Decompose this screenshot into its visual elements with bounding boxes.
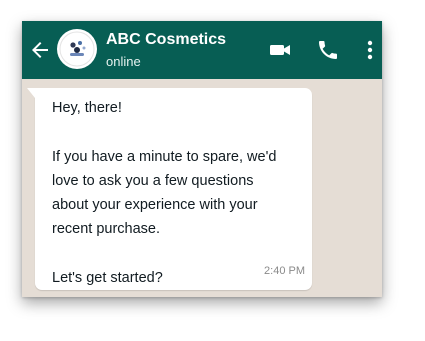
phone-icon[interactable] [316,38,340,62]
message-timestamp: 2:40 PM [264,265,305,277]
message-line: recent purchase. [52,221,161,238]
message-line [52,120,307,144]
chat-area[interactable]: Hey, there! If you have a minute to spar… [22,79,382,297]
chat-header: ABC Cosmetics online [22,21,382,79]
bubble-tail [27,88,35,98]
message-line: love to ask you a few questions [52,172,254,189]
message-line: If you have a minute to spare, we'd [52,148,277,165]
message-line: Hey, there! [52,100,122,116]
chat-window: ABC Cosmetics online Hey, there! If you … [22,21,382,297]
avatar[interactable] [57,29,97,69]
brand-logo-icon [59,31,95,67]
contact-name[interactable]: ABC Cosmetics [106,31,226,49]
message-text: Hey, there! If you have a minute to spar… [52,96,307,290]
video-call-icon[interactable] [268,38,292,62]
more-options-icon[interactable] [360,38,380,62]
message-line: about your experience with your [52,197,258,214]
message-line [52,242,307,266]
back-arrow-icon[interactable] [28,38,52,62]
message-bubble[interactable]: Hey, there! If you have a minute to spar… [27,88,312,290]
contact-status: online [106,54,141,69]
